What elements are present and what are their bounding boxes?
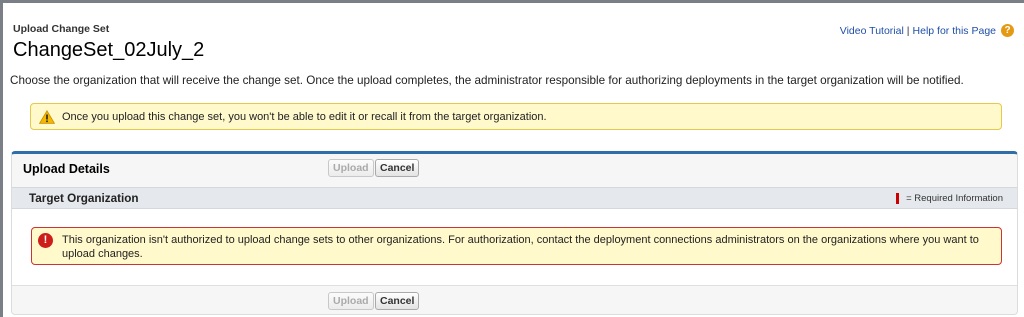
upload-details-panel: Upload Details Upload Cancel Target Orga… xyxy=(11,151,1018,315)
cancel-button-top[interactable]: Cancel xyxy=(375,159,420,177)
section-title: Target Organization xyxy=(29,192,139,205)
window-edge xyxy=(0,3,3,317)
target-organization-section-header: Target Organization = Required Informati… xyxy=(12,187,1017,209)
panel-title: Upload Details xyxy=(23,162,110,176)
page-title: ChangeSet_02July_2 xyxy=(13,39,205,61)
required-legend-text: = Required Information xyxy=(906,193,1003,204)
error-icon: ! xyxy=(38,233,53,248)
cancel-button-bottom[interactable]: Cancel xyxy=(375,292,420,310)
page-subtitle: Upload Change Set xyxy=(13,23,110,35)
upload-button-top[interactable]: Upload xyxy=(328,159,374,177)
help-for-page-link[interactable]: Help for this Page xyxy=(913,25,996,37)
warning-triangle-icon xyxy=(38,110,56,127)
error-message: ! This organization isn't authorized to … xyxy=(31,227,1002,265)
panel-footer: Upload Cancel xyxy=(12,285,1017,315)
error-text: This organization isn't authorized to up… xyxy=(62,234,979,260)
help-icon[interactable]: ? xyxy=(1001,24,1014,37)
warning-text: Once you upload this change set, you won… xyxy=(62,111,547,123)
warning-message: Once you upload this change set, you won… xyxy=(30,103,1002,130)
upload-button-bottom[interactable]: Upload xyxy=(328,292,374,310)
section-body: ! This organization isn't authorized to … xyxy=(12,209,1017,285)
video-tutorial-link[interactable]: Video Tutorial xyxy=(840,25,904,37)
required-legend: = Required Information xyxy=(896,193,1003,204)
help-links: Video Tutorial | Help for this Page ? xyxy=(840,24,1014,37)
help-separator: | xyxy=(906,24,910,37)
required-marker xyxy=(896,193,900,204)
page-header: Upload Change Set ChangeSet_02July_2 xyxy=(13,23,204,62)
intro-text: Choose the organization that will receiv… xyxy=(10,74,964,87)
